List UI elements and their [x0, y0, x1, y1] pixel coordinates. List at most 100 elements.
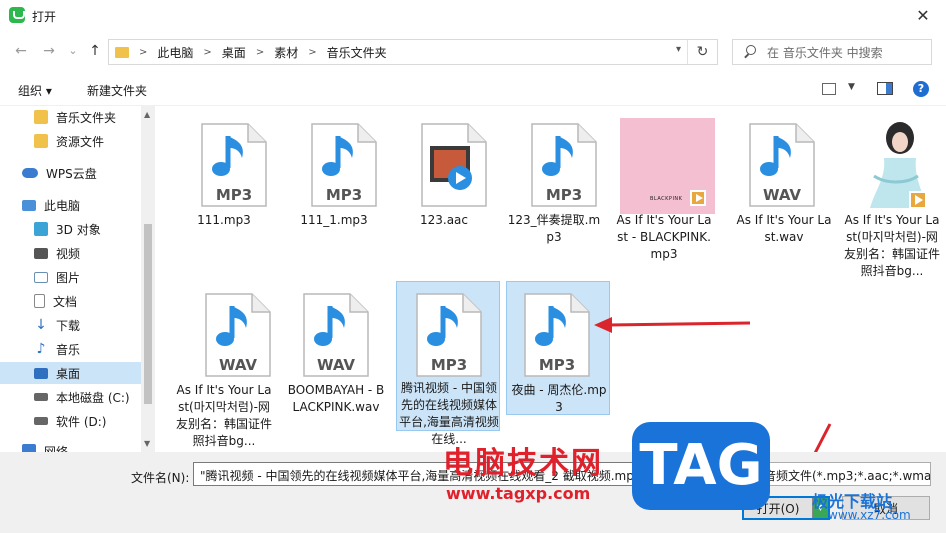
- sidebar-item-downloads[interactable]: ↓ 下载: [0, 314, 141, 336]
- sidebar-item-label: 文档: [53, 294, 78, 309]
- sidebar-item-label: 音乐文件夹: [56, 110, 117, 125]
- file-item[interactable]: WAV BOOMBAYAH - BLACKPINK.wav: [284, 282, 388, 432]
- sidebar-scrollbar[interactable]: ▲ ▼: [141, 106, 155, 452]
- watermark-title: 电脑技术网: [443, 446, 603, 481]
- chevron-down-icon[interactable]: ▾: [676, 44, 681, 55]
- desktop-icon: [34, 367, 48, 379]
- chevron-right-icon: >: [255, 46, 265, 58]
- folder-icon: [34, 110, 48, 124]
- file-name: BOOMBAYAH - BLACKPINK.wav: [287, 383, 385, 414]
- drive-icon: [34, 393, 48, 401]
- sidebar-item-music-folder[interactable]: 音乐文件夹: [0, 106, 141, 128]
- file-item[interactable]: 123.aac: [392, 112, 496, 262]
- file-item[interactable]: WAV As If It's Your Last(마지막처럼)-网友别名：韩国证…: [172, 282, 276, 448]
- watermark-site-url: www.xz7.com: [828, 508, 911, 522]
- watermark-site-logo: 极光下载站 www.xz7.com: [786, 488, 946, 533]
- back-arrow-icon[interactable]: ←: [12, 42, 30, 60]
- breadcrumb-this-pc[interactable]: 此电脑: [157, 44, 193, 61]
- forward-arrow-icon[interactable]: →: [40, 42, 58, 60]
- sidebar-item-software-d[interactable]: 软件 (D:): [0, 410, 141, 432]
- file-item[interactable]: MP3 111.mp3: [172, 112, 276, 262]
- sidebar-item-desktop[interactable]: 桌面: [0, 362, 141, 384]
- file-name: As If It's Your Last - BLACKPINK.mp3: [616, 213, 712, 261]
- cube-icon: [34, 222, 48, 236]
- recent-locations-icon[interactable]: ⌄: [64, 42, 82, 60]
- photo-thumbnail: [870, 122, 927, 209]
- filetype-select[interactable]: 音频文件(*.mp3;*.aac;*.wma;*: [757, 462, 931, 486]
- chevron-down-icon[interactable]: ▼: [848, 82, 855, 92]
- folder-icon: [115, 46, 129, 58]
- sidebar-item-documents[interactable]: 文档: [0, 290, 141, 312]
- scroll-down-icon[interactable]: ▼: [144, 439, 150, 448]
- svg-text:MP3: MP3: [326, 186, 362, 204]
- file-name: As If It's Your Last(마지막처럼)-网友别名：韩国证件照抖音…: [843, 213, 940, 278]
- video-file-icon: [421, 123, 487, 207]
- organize-menu[interactable]: 组织 ▾: [18, 82, 52, 99]
- file-item[interactable]: WAV As If It's Your Last.wav: [732, 112, 836, 262]
- sidebar-item-label: 3D 对象: [56, 222, 101, 237]
- address-bar[interactable]: > 此电脑 > 桌面 > 素材 > 音乐文件夹 ▾ ↻: [108, 39, 718, 65]
- close-button[interactable]: ✕: [900, 0, 946, 30]
- sidebar-item-label: 资源文件: [56, 134, 105, 149]
- scrollbar-thumb[interactable]: [144, 224, 152, 404]
- sidebar-item-label: 桌面: [56, 366, 81, 381]
- filename-label: 文件名(N):: [131, 471, 190, 485]
- preview-pane-icon[interactable]: [877, 82, 893, 95]
- sidebar-item-this-pc[interactable]: 此电脑: [0, 194, 141, 216]
- sidebar-item-wps-cloud[interactable]: WPS云盘: [0, 162, 141, 184]
- breadcrumb-materials[interactable]: 素材: [274, 44, 298, 61]
- new-folder-button[interactable]: 新建文件夹: [87, 82, 147, 99]
- sidebar-item-videos[interactable]: 视频: [0, 242, 141, 264]
- sidebar-item-label: 软件 (D:): [56, 414, 107, 429]
- file-item[interactable]: As If It's Your Last(마지막처럼)-网友别名：韩国证件照抖音…: [840, 112, 944, 278]
- breadcrumb-desktop[interactable]: 桌面: [222, 44, 246, 61]
- sidebar-item-label: 视频: [56, 246, 81, 261]
- breadcrumb-music-folder[interactable]: 音乐文件夹: [327, 44, 387, 61]
- chevron-right-icon: >: [139, 46, 148, 58]
- drive-icon: [34, 417, 48, 425]
- file-item[interactable]: BLACKPINK As If It's Your Last - BLACKPI…: [612, 112, 716, 262]
- cloud-icon: [22, 168, 38, 178]
- file-name: 夜曲 - 周杰伦.mp3: [511, 383, 607, 414]
- search-placeholder: 在 音乐文件夹 中搜索: [767, 45, 883, 60]
- refresh-icon[interactable]: ↻: [687, 40, 717, 64]
- help-icon[interactable]: ?: [913, 81, 929, 97]
- search-input[interactable]: 在 音乐文件夹 中搜索: [732, 39, 932, 65]
- file-name: 123_伴奏提取.mp3: [507, 213, 601, 244]
- svg-text:WAV: WAV: [763, 186, 801, 204]
- file-item-selected[interactable]: MP3 夜曲 - 周杰伦.mp3: [506, 281, 610, 415]
- file-item[interactable]: MP3 123_伴奏提取.mp3: [502, 112, 606, 262]
- sidebar-item-network[interactable]: 网络: [0, 440, 141, 452]
- sidebar-item-label: 音乐: [56, 342, 81, 357]
- title-bar: 打开 ✕: [0, 0, 946, 30]
- svg-text:WAV: WAV: [219, 356, 257, 374]
- sidebar-item-pictures[interactable]: 图片: [0, 266, 141, 288]
- up-arrow-icon[interactable]: ↑: [86, 42, 104, 60]
- view-options-icon[interactable]: [822, 83, 836, 95]
- sidebar-item-music[interactable]: ♪ 音乐: [0, 338, 141, 360]
- sidebar-item-resource-files[interactable]: 资源文件: [0, 130, 141, 152]
- mp3-file-icon: MP3: [415, 292, 483, 378]
- video-icon: [34, 247, 48, 259]
- watermark-url: www.tagxp.com: [446, 484, 591, 503]
- chevron-right-icon: >: [203, 46, 212, 58]
- document-icon: [34, 294, 45, 308]
- sidebar-item-local-disk-c[interactable]: 本地磁盘 (C:): [0, 386, 141, 408]
- sidebar-item-3d-objects[interactable]: 3D 对象: [0, 218, 141, 240]
- app-icon: [9, 7, 25, 23]
- file-item-selected[interactable]: MP3 腾讯视频 - 中国领先的在线视频媒体平台,海量高清视频在线...: [396, 281, 500, 446]
- wav-file-icon: WAV: [204, 292, 272, 378]
- computer-icon: [22, 199, 36, 211]
- mp3-file-icon: MP3: [200, 122, 268, 208]
- sidebar-item-label: WPS云盘: [46, 166, 97, 181]
- file-name: 123.aac: [419, 213, 469, 227]
- scroll-up-icon[interactable]: ▲: [144, 110, 150, 119]
- chevron-right-icon: >: [308, 46, 317, 58]
- music-icon: ♪: [36, 341, 46, 357]
- download-icon: ↓: [35, 317, 47, 333]
- sidebar-item-label: 图片: [56, 270, 81, 285]
- file-item[interactable]: MP3 111_1.mp3: [282, 112, 386, 262]
- svg-text:WAV: WAV: [317, 356, 355, 374]
- annotation-arrow: [594, 317, 751, 333]
- svg-text:MP3: MP3: [431, 356, 467, 374]
